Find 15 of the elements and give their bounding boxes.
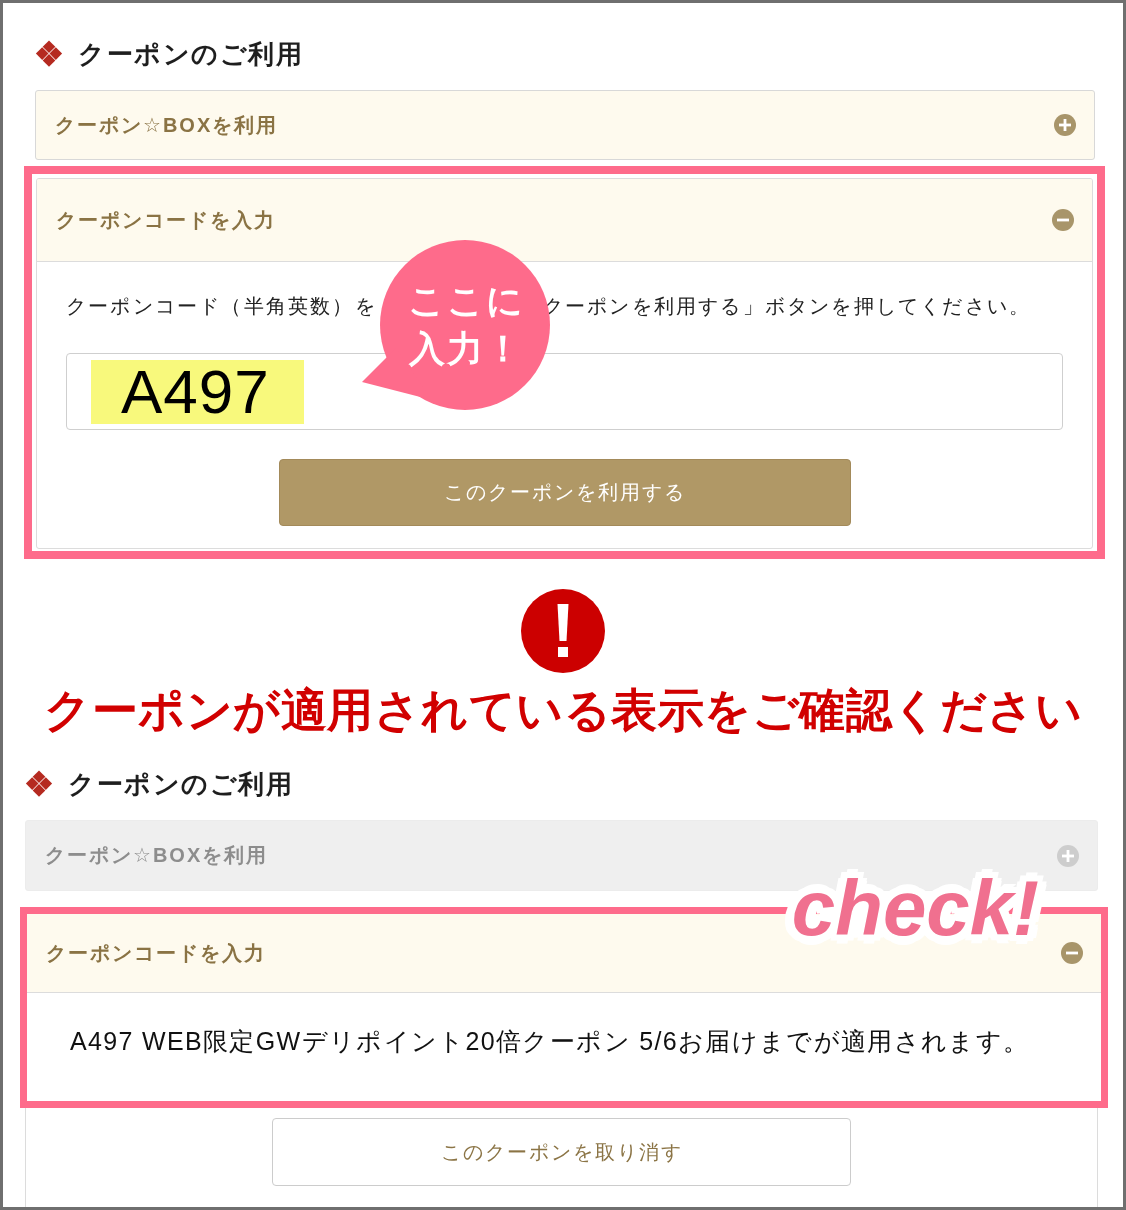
minus-icon[interactable] (1061, 942, 1083, 964)
accordion-header[interactable]: クーポン☆BOXを利用 (35, 90, 1095, 160)
apply-button[interactable]: このクーポンを利用する (278, 459, 851, 526)
notice-headline: クーポンが適用されている表示をご確認ください (44, 683, 1082, 738)
exclamation-icon (521, 589, 605, 673)
plus-icon[interactable] (1054, 114, 1076, 136)
minus-icon[interactable] (1052, 209, 1074, 231)
applied-coupon-message: A497 WEB限定GWデリポイント20倍クーポン 5/6お届けまでが適用されます。 (70, 1026, 1031, 1057)
instruction-text: クーポンコード（半角英数）を (66, 294, 377, 319)
cancel-button[interactable]: このクーポンを取り消す (272, 1118, 851, 1186)
diamond-cluster-icon (35, 40, 63, 68)
accordion-header[interactable]: クーポンコードを入力 (37, 179, 1092, 262)
section-heading: クーポンのご利用 (78, 38, 303, 71)
section-heading: クーポンのご利用 (68, 768, 293, 801)
diamond-cluster-icon (25, 770, 53, 798)
